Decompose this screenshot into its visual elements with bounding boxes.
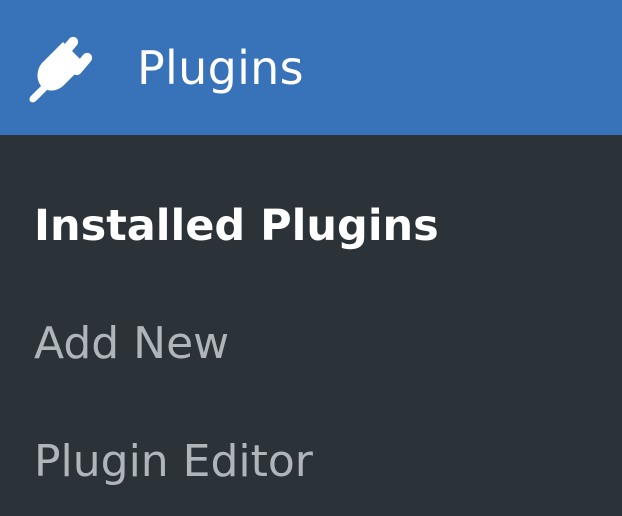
submenu-item-add-new[interactable]: Add New [34,322,229,366]
submenu-item-installed-plugins[interactable]: Installed Plugins [34,205,439,248]
plugins-menu-header[interactable]: Plugins [0,0,622,135]
admin-menu-plugins: Plugins Installed Plugins Add New Plugin… [0,0,622,516]
plug-icon [25,33,95,103]
submenu-item-plugin-editor[interactable]: Plugin Editor [34,440,313,484]
plugins-menu-title: Plugins [137,40,304,95]
